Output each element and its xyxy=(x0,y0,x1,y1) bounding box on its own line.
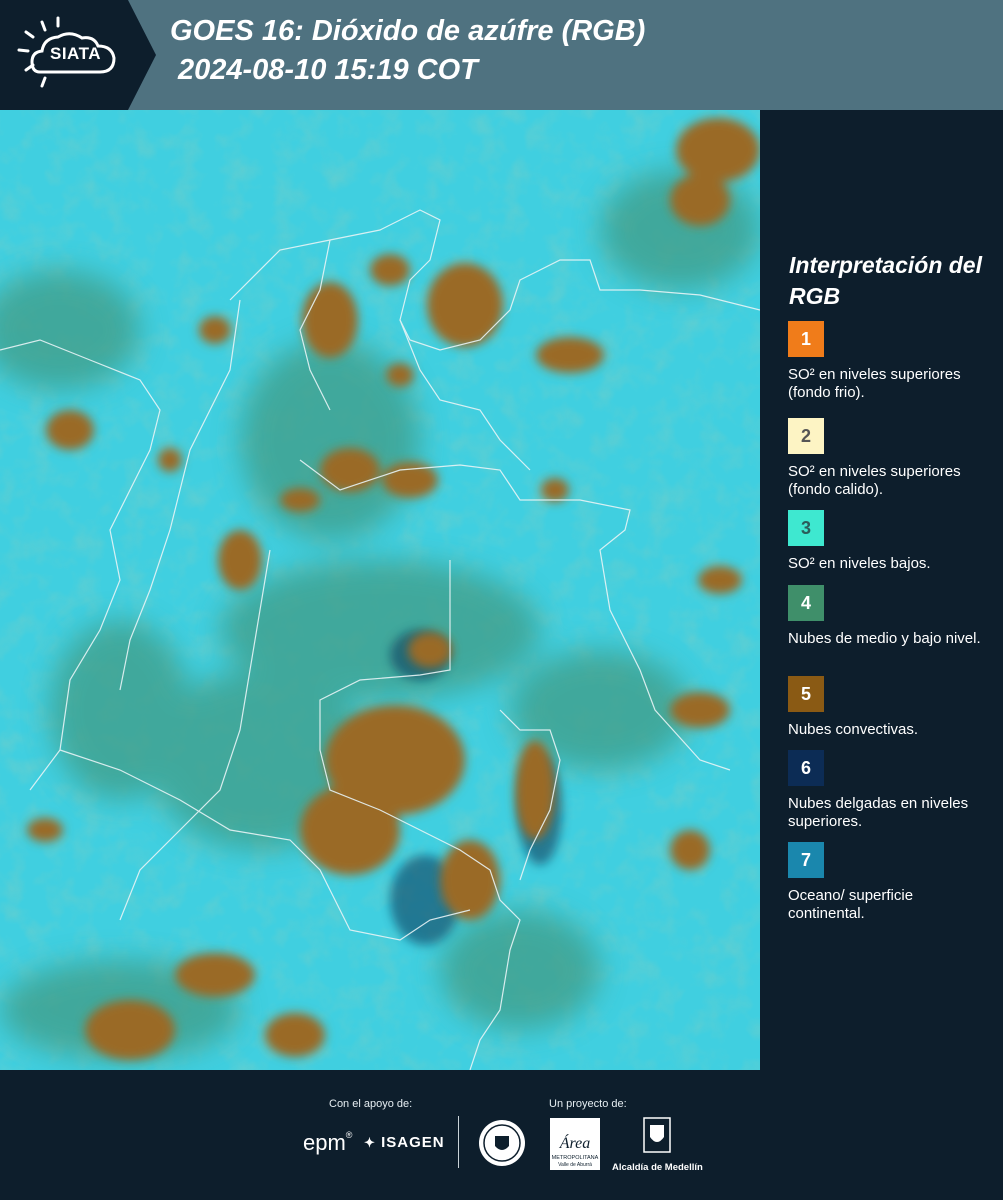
medellin-seal-icon xyxy=(477,1118,527,1173)
legend-swatch-7: 7 xyxy=(788,842,824,878)
legend-desc-5: Nubes convectivas. xyxy=(788,721,919,738)
legend-desc-3: SO² en niveles bajos. xyxy=(788,555,931,572)
legend-item-2: 2 SO² en niveles superiores (fondo calid… xyxy=(788,418,988,499)
alcaldia-text: Alcaldía de Medellín xyxy=(612,1162,703,1173)
footer: Con el apoyo de: Un proyecto de: epm® ✦ … xyxy=(0,1070,1003,1200)
page-title: GOES 16: Dióxido de azúfre (RGB) xyxy=(170,15,646,47)
alcaldia-shield-icon xyxy=(643,1117,671,1153)
svg-text:Valle de Aburrá: Valle de Aburrá xyxy=(558,1162,592,1168)
page-timestamp: 2024-08-10 15:19 COT xyxy=(178,54,478,86)
isagen-logo: ✦ ISAGEN xyxy=(364,1134,445,1151)
legend-item-4: 4 Nubes de medio y bajo nivel. xyxy=(788,585,988,648)
legend-item-7: 7 Oceano/ superficie continental. xyxy=(788,842,988,923)
legend-item-3: 3 SO² en niveles bajos. xyxy=(788,510,988,573)
support-label: Con el apoyo de: xyxy=(329,1098,413,1110)
legend-item-1: 1 SO² en niveles superiores (fondo frio)… xyxy=(788,321,988,402)
legend-desc-7: Oceano/ superficie continental. xyxy=(788,887,914,922)
legend-swatch-1: 1 xyxy=(788,321,824,357)
header-bar: SIATA GOES 16: Dióxido de azúfre (RGB) 2… xyxy=(0,0,1003,110)
alcaldia-medellin-logo: Alcaldía de Medellín xyxy=(612,1117,703,1173)
legend-item-6: 6 Nubes delgadas en niveles superiores. xyxy=(788,750,988,831)
siata-logo-text: SIATA xyxy=(50,44,101,63)
legend-swatch-2: 2 xyxy=(788,418,824,454)
legend-desc-4: Nubes de medio y bajo nivel. xyxy=(788,630,981,647)
legend-swatch-3: 3 xyxy=(788,510,824,546)
legend-swatch-6: 6 xyxy=(788,750,824,786)
legend-swatch-5: 5 xyxy=(788,676,824,712)
project-label: Un proyecto de: xyxy=(549,1098,627,1110)
epm-logo: epm® xyxy=(303,1130,353,1155)
svg-text:METROPOLITANA: METROPOLITANA xyxy=(552,1155,599,1161)
svg-text:Área: Área xyxy=(559,1133,591,1152)
legend-desc-1: SO² en niveles superiores (fondo frio). xyxy=(788,366,961,401)
legend-desc-2: SO² en niveles superiores (fondo calido)… xyxy=(788,463,961,498)
legend-panel: Interpretación del RGB 1 SO² en niveles … xyxy=(760,110,1003,1070)
legend-desc-6: Nubes delgadas en niveles superiores. xyxy=(788,795,969,830)
footer-divider xyxy=(458,1116,459,1168)
legend-item-5: 5 Nubes convectivas. xyxy=(788,676,988,739)
legend-title: Interpretación del RGB xyxy=(789,252,982,309)
siata-logo: SIATA xyxy=(0,0,156,110)
legend-swatch-4: 4 xyxy=(788,585,824,621)
satellite-rgb-map xyxy=(0,110,760,1070)
isagen-symbol-icon: ✦ xyxy=(364,1135,376,1150)
area-metropolitana-logo: Área METROPOLITANA Valle de Aburrá xyxy=(550,1118,600,1175)
